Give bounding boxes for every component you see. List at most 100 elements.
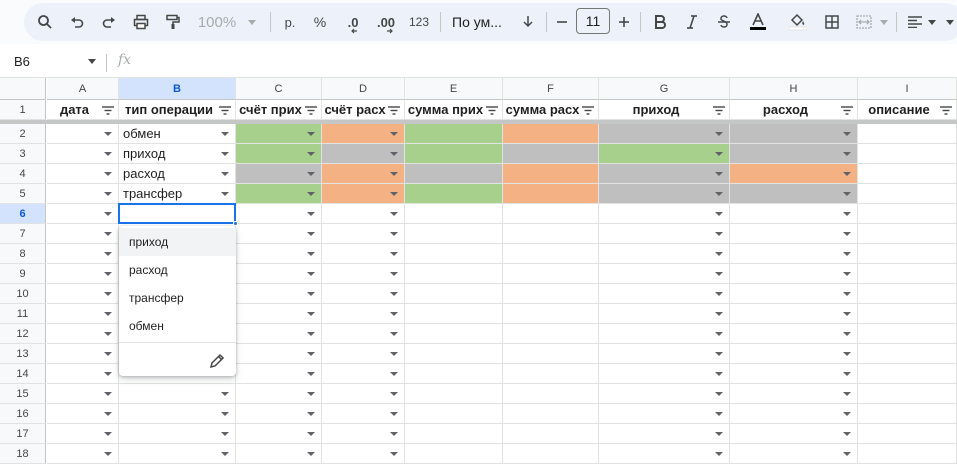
dropdown-arrow-icon[interactable]	[221, 171, 229, 176]
dropdown-arrow-icon[interactable]	[307, 351, 315, 356]
cell[interactable]	[47, 284, 119, 304]
cell[interactable]	[322, 364, 405, 384]
cell[interactable]	[236, 124, 322, 144]
dropdown-arrow-icon[interactable]	[390, 431, 398, 436]
dropdown-arrow-icon[interactable]	[104, 271, 112, 276]
cell[interactable]	[599, 124, 730, 144]
cell[interactable]	[599, 344, 730, 364]
cell[interactable]	[503, 204, 599, 224]
cell[interactable]	[322, 124, 405, 144]
row-header[interactable]: 5	[0, 184, 46, 204]
filter-icon[interactable]	[582, 106, 594, 115]
cell[interactable]	[322, 284, 405, 304]
dropdown-arrow-icon[interactable]	[390, 271, 398, 276]
cell[interactable]	[236, 344, 322, 364]
row-header[interactable]: 16	[0, 404, 46, 424]
cell[interactable]	[47, 444, 119, 464]
font-size-input[interactable]: 11	[576, 8, 610, 34]
cell[interactable]	[730, 244, 858, 264]
cell[interactable]	[405, 224, 503, 244]
cell[interactable]	[236, 384, 322, 404]
cell[interactable]	[322, 224, 405, 244]
cell[interactable]	[858, 364, 957, 384]
currency-button[interactable]: р.	[280, 9, 300, 35]
dropdown-arrow-icon[interactable]	[843, 131, 851, 136]
cell[interactable]	[405, 364, 503, 384]
cell[interactable]	[322, 204, 405, 224]
cell[interactable]	[47, 384, 119, 404]
row-header[interactable]: 2	[0, 124, 46, 144]
cell[interactable]	[322, 384, 405, 404]
dropdown-arrow-icon[interactable]	[390, 231, 398, 236]
cell[interactable]	[236, 264, 322, 284]
dropdown-arrow-icon[interactable]	[843, 151, 851, 156]
dropdown-arrow-icon[interactable]	[104, 251, 112, 256]
cell[interactable]	[322, 404, 405, 424]
cell[interactable]	[858, 184, 957, 204]
zoom-select[interactable]: 100%	[194, 9, 240, 35]
cell[interactable]	[730, 124, 858, 144]
dropdown-arrow-icon[interactable]	[715, 371, 723, 376]
cell[interactable]	[236, 364, 322, 384]
cell[interactable]	[730, 404, 858, 424]
dropdown-arrow-icon[interactable]	[307, 211, 315, 216]
dropdown-arrow-icon[interactable]	[843, 171, 851, 176]
cell[interactable]	[405, 244, 503, 264]
print-icon[interactable]	[130, 9, 152, 35]
cell[interactable]	[322, 144, 405, 164]
borders-icon[interactable]	[822, 9, 842, 35]
dropdown-arrow-icon[interactable]	[221, 431, 229, 436]
filter-icon[interactable]	[713, 106, 725, 115]
dropdown-arrow-icon[interactable]	[104, 351, 112, 356]
cell[interactable]	[405, 164, 503, 184]
dropdown-arrow-icon[interactable]	[715, 191, 723, 196]
row-header[interactable]: 10	[0, 284, 46, 304]
cell[interactable]	[405, 384, 503, 404]
dropdown-arrow-icon[interactable]	[104, 171, 112, 176]
dropdown-arrow-icon[interactable]	[390, 131, 398, 136]
cell[interactable]	[599, 364, 730, 384]
column-header-c[interactable]: C	[236, 78, 322, 100]
header-cell[interactable]: описание	[858, 100, 957, 120]
filter-icon[interactable]	[219, 106, 231, 115]
cell[interactable]	[858, 444, 957, 464]
cell[interactable]	[119, 444, 236, 464]
cell[interactable]: расход	[119, 164, 236, 184]
cell[interactable]	[503, 384, 599, 404]
cell[interactable]	[503, 344, 599, 364]
dropdown-option[interactable]: обмен	[119, 312, 236, 340]
cell[interactable]	[730, 264, 858, 284]
dropdown-arrow-icon[interactable]	[104, 211, 112, 216]
cell[interactable]	[405, 444, 503, 464]
column-header-g[interactable]: G	[599, 78, 730, 100]
cell[interactable]	[503, 144, 599, 164]
column-header-f[interactable]: F	[503, 78, 599, 100]
dropdown-arrow-icon[interactable]	[390, 171, 398, 176]
cell[interactable]	[322, 324, 405, 344]
cell[interactable]	[503, 284, 599, 304]
italic-icon[interactable]	[682, 9, 702, 35]
cell[interactable]	[858, 204, 957, 224]
dropdown-arrow-icon[interactable]	[843, 351, 851, 356]
row-header[interactable]: 15	[0, 384, 46, 404]
dropdown-arrow-icon[interactable]	[390, 391, 398, 396]
cell[interactable]	[47, 344, 119, 364]
row-header[interactable]: 7	[0, 224, 46, 244]
cell[interactable]	[730, 444, 858, 464]
cell[interactable]	[47, 144, 119, 164]
redo-icon[interactable]	[98, 9, 120, 35]
row-header[interactable]: 1	[0, 100, 46, 120]
dropdown-arrow-icon[interactable]	[843, 311, 851, 316]
dropdown-arrow-icon[interactable]	[104, 231, 112, 236]
dropdown-arrow-icon[interactable]	[390, 371, 398, 376]
header-cell[interactable]: сумма расх	[503, 100, 599, 120]
row-header[interactable]: 12	[0, 324, 46, 344]
cell[interactable]	[730, 224, 858, 244]
header-cell[interactable]: приход	[599, 100, 730, 120]
cell[interactable]	[858, 424, 957, 444]
dropdown-arrow-icon[interactable]	[221, 131, 229, 136]
cell[interactable]	[599, 304, 730, 324]
cell[interactable]	[236, 324, 322, 344]
dropdown-arrow-icon[interactable]	[715, 431, 723, 436]
cell[interactable]	[236, 404, 322, 424]
